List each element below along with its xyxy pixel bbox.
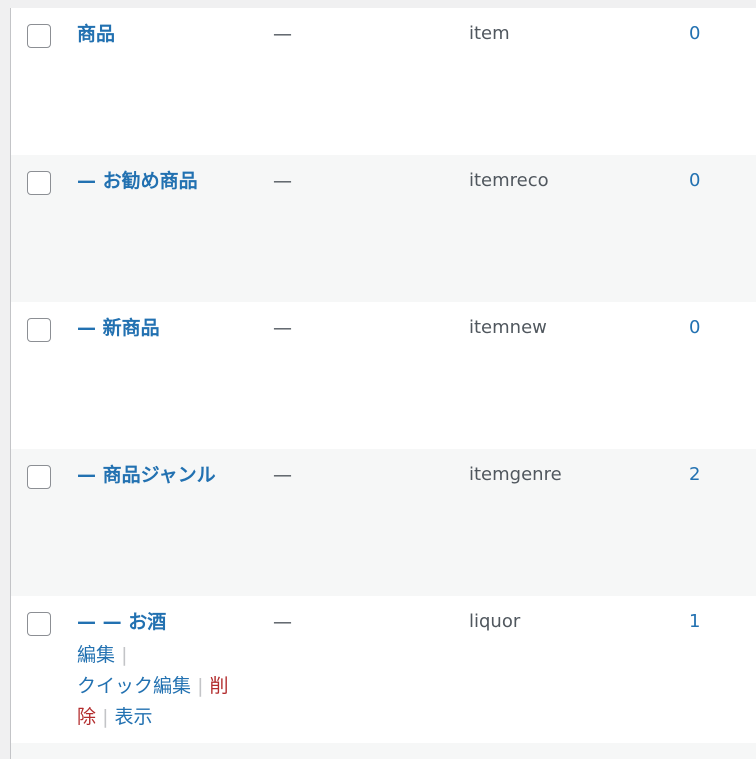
category-name-link[interactable]: — 新商品 [77, 317, 160, 339]
table-row: 商品 — item 0 [11, 8, 756, 155]
view-link[interactable]: 表示 [115, 706, 153, 728]
category-slug: itemnew [469, 317, 547, 338]
category-description: — [273, 317, 292, 339]
category-count-link[interactable]: 1 [689, 608, 700, 636]
edit-link[interactable]: 編集 [77, 644, 115, 666]
table-row: — お勧め商品 — itemreco 0 [11, 155, 756, 302]
category-description: — [273, 611, 292, 633]
table-row [11, 743, 756, 759]
category-slug: itemreco [469, 170, 549, 191]
category-slug: itemgenre [469, 464, 562, 485]
delete-link[interactable]: 削 [210, 675, 229, 697]
row-actions: 編集 | クイック編集 | 削 除 | 表示 [77, 640, 247, 733]
category-count-link[interactable]: 0 [689, 314, 700, 342]
category-name-link[interactable]: 商品 [77, 23, 115, 45]
table-row: — — お酒 編集 | クイック編集 | 削 除 | 表示 — liquor 1 [11, 596, 756, 743]
category-count-link[interactable]: 0 [689, 167, 700, 195]
row-checkbox[interactable] [27, 318, 51, 342]
category-count-link[interactable]: 2 [689, 461, 700, 489]
category-description: — [273, 170, 292, 192]
name-column: — 商品ジャンル [77, 461, 247, 489]
action-separator: | [121, 644, 128, 666]
table-row: — 商品ジャンル — itemgenre 2 [11, 449, 756, 596]
category-name-link[interactable]: — — お酒 [77, 611, 166, 633]
row-checkbox[interactable] [27, 24, 51, 48]
category-description: — [273, 464, 292, 486]
category-count-link[interactable]: 0 [689, 20, 700, 48]
category-description: — [273, 23, 292, 45]
name-column: — お勧め商品 [77, 167, 247, 195]
category-name-link[interactable]: — お勧め商品 [77, 170, 198, 192]
table-row: — 新商品 — itemnew 0 [11, 302, 756, 449]
row-checkbox[interactable] [27, 612, 51, 636]
name-column: — 新商品 [77, 314, 247, 342]
action-separator: | [102, 706, 109, 728]
row-checkbox[interactable] [27, 171, 51, 195]
categories-table: 商品 — item 0 — お勧め商品 — itemreco 0 — 新商品 —… [10, 8, 756, 759]
quick-edit-link[interactable]: クイック編集 [77, 675, 191, 697]
category-name-link[interactable]: — 商品ジャンル [77, 464, 216, 486]
row-checkbox[interactable] [27, 465, 51, 489]
delete-link-continued[interactable]: 除 [77, 706, 96, 728]
category-slug: item [469, 23, 510, 44]
category-slug: liquor [469, 611, 521, 632]
action-separator: | [197, 675, 204, 697]
name-column: — — お酒 編集 | クイック編集 | 削 除 | 表示 [77, 608, 247, 733]
name-column: 商品 [77, 20, 247, 48]
